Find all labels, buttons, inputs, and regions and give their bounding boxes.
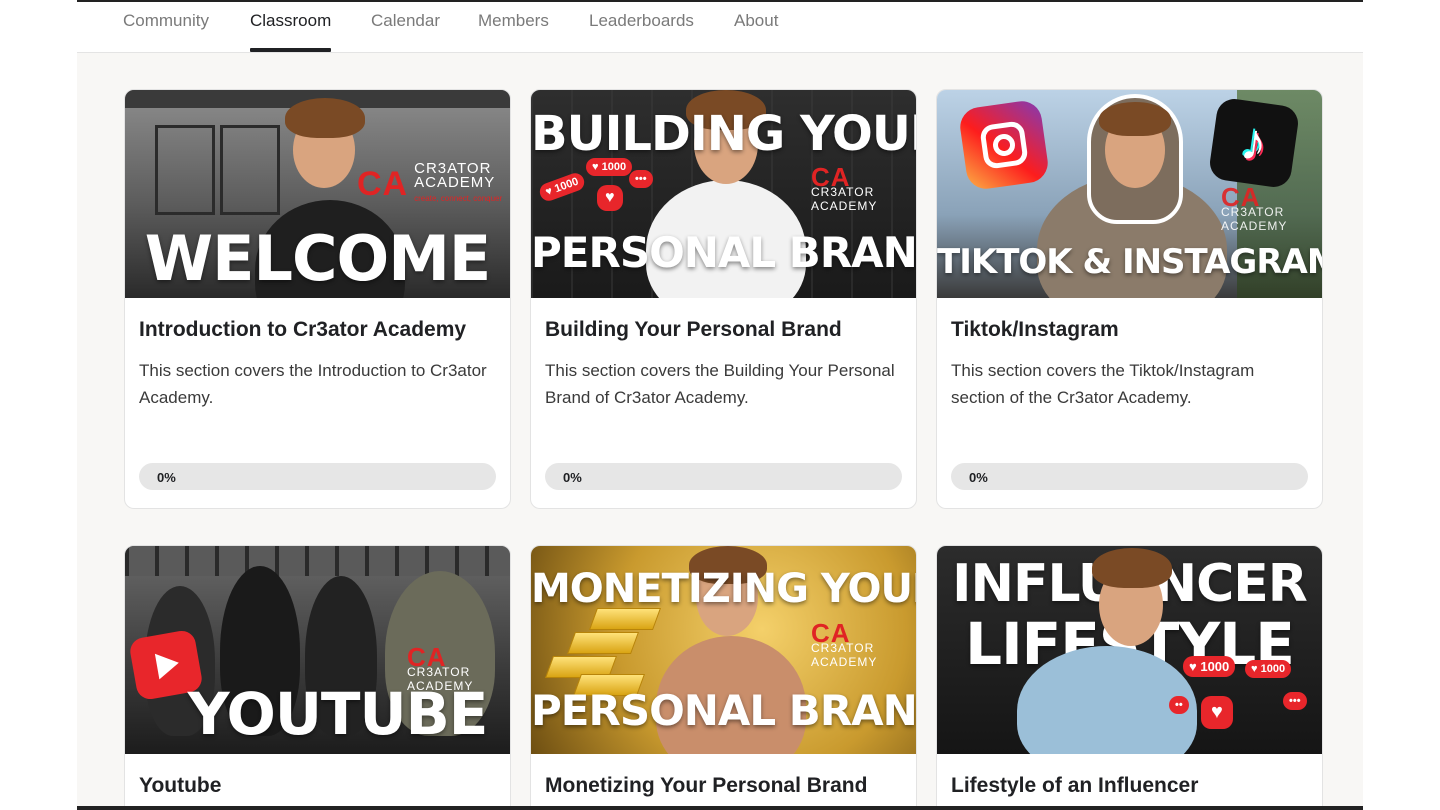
gym-window — [155, 125, 215, 215]
course-card-tiktok-instagram[interactable]: ♪ CACR3ATOR ACADEMY TIKTOK & INSTAGRAM Ti… — [936, 89, 1323, 509]
course-thumbnail: BUILDING YOUR ♥ 1000 ♥ 1000 ♥ ••• CACR3A… — [531, 90, 916, 298]
brand-logo: CA CR3ATOR ACADEMY create, connect, conquer — [357, 160, 503, 203]
brand-logo: CACR3ATOR ACADEMY — [1221, 182, 1288, 234]
course-title: Lifestyle of an Influencer — [951, 774, 1199, 797]
person-hair — [1099, 102, 1171, 136]
instagram-logo-icon — [957, 98, 1051, 192]
tab-classroom[interactable]: Classroom — [250, 2, 332, 52]
course-card-monetizing[interactable]: CACR3ATOR ACADEMY MONETIZING YOUR PERSONA… — [530, 545, 917, 810]
brand-logo: CACR3ATOR ACADEMY — [811, 618, 878, 670]
top-nav: Community Classroom Calendar Members Lea… — [77, 2, 1363, 53]
course-title: Introduction to Cr3ator Academy — [139, 318, 467, 341]
progress-label: 0% — [563, 470, 582, 485]
course-thumbnail: INFLUENCER LIFESTYLE ♥ 1000 ♥ 1000 ♥ •••… — [937, 546, 1322, 754]
progress-bar: 0% — [951, 463, 1308, 490]
tab-community[interactable]: Community — [123, 2, 209, 52]
person-hair — [1092, 548, 1172, 588]
course-thumbnail: CA CR3ATOR ACADEMY create, connect, conquer… — [125, 90, 510, 298]
progress-bar: 0% — [545, 463, 902, 490]
person-hair — [285, 98, 365, 138]
tab-members[interactable]: Members — [478, 2, 549, 52]
course-card-influencer-lifestyle[interactable]: INFLUENCER LIFESTYLE ♥ 1000 ♥ 1000 ♥ •••… — [936, 545, 1323, 810]
course-title: Building Your Personal Brand — [545, 318, 842, 341]
comment-bubble-icon: ••• — [1283, 692, 1307, 710]
tiktok-logo-icon: ♪ — [1207, 96, 1301, 190]
progress-label: 0% — [157, 470, 176, 485]
thumbnail-headline-bottom: PERSONAL BRAND — [531, 228, 916, 277]
app-frame: Community Classroom Calendar Members Lea… — [77, 0, 1363, 810]
course-description: This section covers the Introduction to … — [139, 361, 487, 407]
like-badge: ♥ 1000 — [586, 158, 633, 176]
course-title: Youtube — [139, 774, 222, 797]
course-card-personal-brand[interactable]: BUILDING YOUR ♥ 1000 ♥ 1000 ♥ ••• CACR3A… — [530, 89, 917, 509]
gym-window — [220, 125, 280, 215]
like-badge: ♥ 1000 — [1183, 656, 1236, 677]
course-description: This section covers the Tiktok/Instagram… — [951, 361, 1255, 407]
progress-bar: 0% — [139, 463, 496, 490]
gold-bar-icon — [566, 632, 640, 654]
course-thumbnail: ♪ CACR3ATOR ACADEMY TIKTOK & INSTAGRAM — [937, 90, 1322, 298]
thumbnail-headline: WELCOME — [144, 222, 492, 295]
thumbnail-headline-top: MONETIZING YOUR — [531, 566, 916, 612]
comment-bubble-icon: ••• — [629, 170, 653, 188]
ceiling-lights — [125, 546, 510, 576]
course-title: Tiktok/Instagram — [951, 318, 1119, 341]
bottom-divider — [77, 806, 1363, 810]
progress-label: 0% — [969, 470, 988, 485]
course-card-introduction[interactable]: CA CR3ATOR ACADEMY create, connect, conquer… — [124, 89, 511, 509]
thumbnail-headline-top: BUILDING YOUR — [531, 106, 916, 162]
comment-bubble-icon: •• — [1169, 696, 1189, 714]
course-thumbnail: CACR3ATOR ACADEMY MONETIZING YOUR PERSONA… — [531, 546, 916, 754]
tab-about[interactable]: About — [734, 2, 778, 52]
course-card-youtube[interactable]: CACR3ATOR ACADEMY YOUTUBE Youtube — [124, 545, 511, 810]
thumbnail-headline: YOUTUBE — [187, 680, 489, 748]
brand-logo: CACR3ATOR ACADEMY — [811, 162, 878, 214]
course-description: This section covers the Building Your Pe… — [545, 361, 895, 407]
heart-icon: ♥ — [597, 185, 623, 211]
course-title: Monetizing Your Personal Brand — [545, 774, 868, 797]
thumbnail-headline: TIKTOK & INSTAGRAM — [937, 242, 1322, 282]
tab-calendar[interactable]: Calendar — [371, 2, 440, 52]
tab-leaderboards[interactable]: Leaderboards — [589, 2, 694, 52]
course-thumbnail: CACR3ATOR ACADEMY YOUTUBE — [125, 546, 510, 754]
heart-icon: ♥ — [1201, 696, 1233, 729]
thumbnail-headline-bottom: PERSONAL BRAND — [531, 686, 916, 735]
like-badge: ♥ 1000 — [1245, 660, 1292, 678]
